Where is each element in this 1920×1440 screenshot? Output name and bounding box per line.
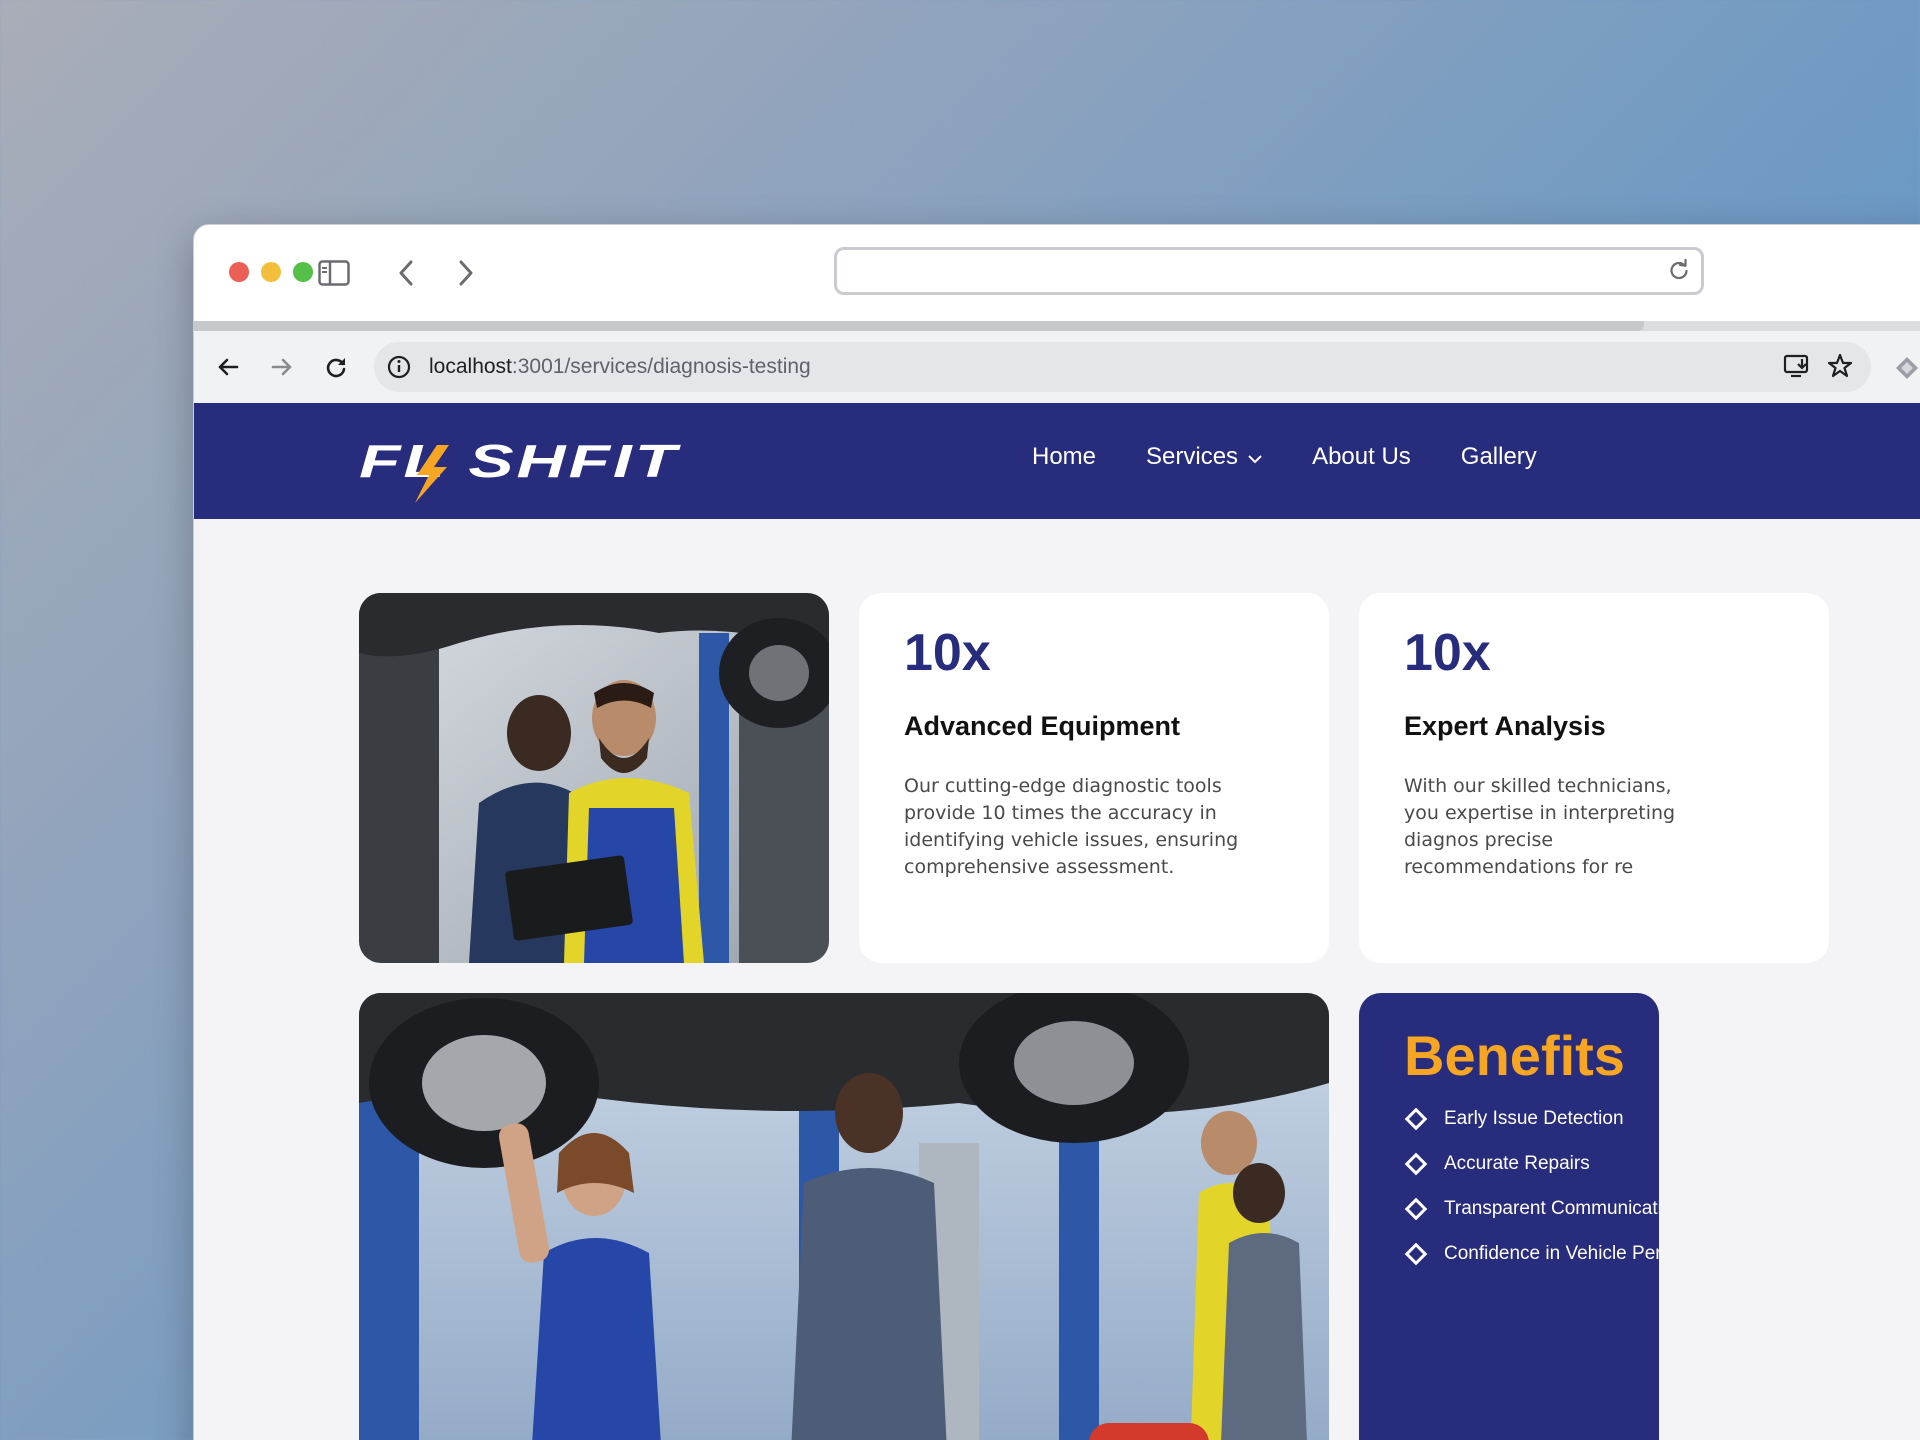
svg-text:FL SHFIT: FL SHFIT bbox=[359, 435, 682, 487]
web-page: FL SHFIT Home Services About Us Gallery bbox=[194, 403, 1920, 1440]
garage-team-photo bbox=[359, 993, 1329, 1440]
bookmark-star-icon[interactable] bbox=[1827, 353, 1853, 384]
stat-card: 10x Expert Analysis With our skilled tec… bbox=[1359, 593, 1829, 963]
nav-about-label: About Us bbox=[1312, 443, 1411, 470]
reload-icon[interactable] bbox=[1667, 258, 1691, 287]
stat-value: 10x bbox=[1404, 624, 1491, 682]
nav-home-label: Home bbox=[1032, 443, 1097, 470]
mac-title-bar bbox=[194, 225, 1920, 321]
maximize-window-button[interactable] bbox=[293, 262, 313, 282]
nav-services-label: Services bbox=[1146, 443, 1239, 470]
benefit-item: Early Issue Detection bbox=[1404, 1107, 1624, 1131]
benefit-item: Confidence in Vehicle Performan bbox=[1404, 1242, 1659, 1266]
extension-icon[interactable] bbox=[1894, 355, 1920, 386]
site-navbar: FL SHFIT Home Services About Us Gallery bbox=[194, 403, 1920, 519]
url-bar[interactable]: localhost:3001/services/diagnosis-testin… bbox=[374, 342, 1871, 392]
url-path: :3001/services/diagnosis-testing bbox=[511, 355, 811, 378]
minimize-window-button[interactable] bbox=[261, 262, 281, 282]
refresh-icon[interactable] bbox=[318, 349, 354, 385]
nav-services-link[interactable]: Services bbox=[1146, 443, 1262, 471]
close-window-button[interactable] bbox=[229, 262, 249, 282]
stat-card: 10x Advanced Equipment Our cutting-edge … bbox=[859, 593, 1329, 963]
stat-value: 10x bbox=[904, 624, 991, 682]
loading-bar bbox=[194, 321, 1644, 331]
forward-arrow-icon[interactable] bbox=[264, 349, 300, 385]
install-app-icon[interactable] bbox=[1783, 353, 1811, 384]
benefit-label: Transparent Communication bbox=[1444, 1198, 1659, 1219]
mechanics-laptop-photo bbox=[359, 593, 829, 963]
browser-window: localhost:3001/services/diagnosis-testin… bbox=[193, 224, 1920, 1440]
forward-chevron-icon[interactable] bbox=[446, 253, 486, 293]
nav-gallery-link[interactable]: Gallery bbox=[1461, 443, 1537, 471]
url-text: localhost:3001/services/diagnosis-testin… bbox=[429, 355, 811, 379]
benefits-title: Benefits bbox=[1404, 1024, 1625, 1087]
benefit-item: Transparent Communication bbox=[1404, 1197, 1659, 1221]
diamond-bullet-icon bbox=[1404, 1152, 1428, 1176]
nav-gallery-label: Gallery bbox=[1460, 443, 1537, 470]
sidebar-toggle-icon[interactable] bbox=[314, 253, 354, 293]
nav-links: Home Services About Us Gallery bbox=[1032, 443, 1537, 471]
back-chevron-icon[interactable] bbox=[386, 253, 426, 293]
chevron-down-icon bbox=[1248, 443, 1262, 471]
flashfit-logo[interactable]: FL SHFIT bbox=[359, 425, 689, 503]
benefit-label: Accurate Repairs bbox=[1444, 1153, 1590, 1174]
stat-description: With our skilled technicians, you expert… bbox=[1404, 775, 1676, 878]
site-info-icon[interactable] bbox=[386, 354, 412, 385]
diamond-bullet-icon bbox=[1404, 1197, 1428, 1221]
diamond-bullet-icon bbox=[1404, 1242, 1428, 1266]
stat-description: Our cutting-edge diagnostic tools provid… bbox=[904, 775, 1239, 878]
nav-home-link[interactable]: Home bbox=[1032, 443, 1096, 471]
benefits-card: Benefits Early Issue Detection Accurate … bbox=[1359, 993, 1659, 1440]
safari-address-field[interactable] bbox=[834, 247, 1704, 295]
nav-about-link[interactable]: About Us bbox=[1312, 443, 1411, 471]
benefit-item: Accurate Repairs bbox=[1404, 1152, 1590, 1176]
url-host: localhost bbox=[429, 355, 512, 378]
diamond-bullet-icon bbox=[1404, 1107, 1428, 1131]
browser-toolbar: localhost:3001/services/diagnosis-testin… bbox=[194, 331, 1920, 403]
benefit-label: Confidence in Vehicle Performan bbox=[1444, 1243, 1659, 1264]
back-arrow-icon[interactable] bbox=[210, 349, 246, 385]
stat-title: Advanced Equipment bbox=[904, 711, 1181, 741]
benefit-label: Early Issue Detection bbox=[1444, 1108, 1624, 1129]
stat-title: Expert Analysis bbox=[1404, 711, 1606, 741]
